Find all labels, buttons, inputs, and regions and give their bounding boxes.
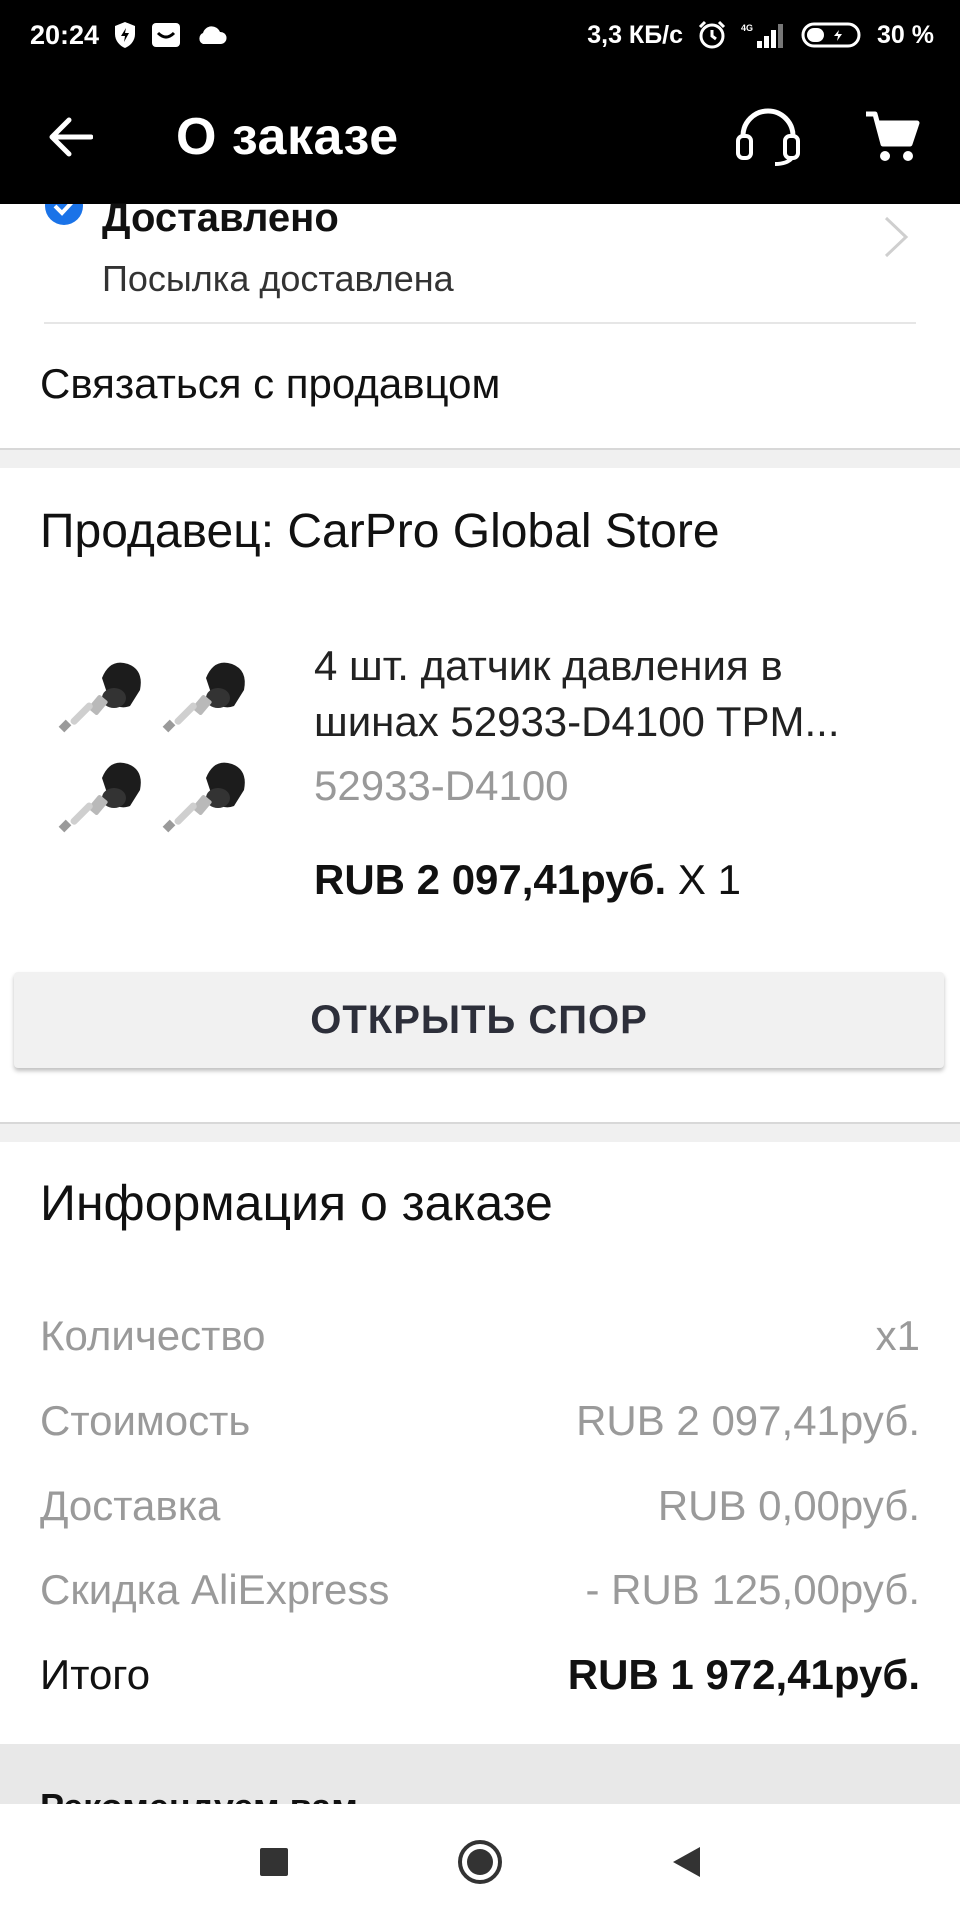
alarm-icon — [697, 20, 727, 50]
contact-seller-link[interactable]: Связаться с продавцом — [40, 360, 500, 408]
home-button[interactable] — [440, 1822, 520, 1902]
info-value: - RUB 125,00руб. — [585, 1566, 920, 1613]
cloud-icon — [195, 24, 227, 46]
cart-icon — [866, 111, 920, 161]
info-row-quantity: Количество x1 — [40, 1312, 920, 1360]
delivery-status-subtitle: Посылка доставлена — [102, 258, 454, 299]
recommend-title: Рекомендуем вам — [40, 1786, 358, 1804]
mail-icon — [151, 21, 181, 49]
section-separator — [0, 448, 960, 468]
page-title: О заказе — [176, 108, 399, 166]
product-image[interactable] — [52, 648, 272, 868]
info-label: Стоимость — [40, 1397, 251, 1444]
delivery-status-title[interactable]: Доставлено — [102, 196, 339, 241]
order-info-title: Информация о заказе — [40, 1175, 553, 1231]
battery-icon — [801, 21, 863, 49]
section-separator — [0, 1122, 960, 1142]
info-value: RUB 1 972,41руб. — [567, 1651, 920, 1698]
info-value: x1 — [875, 1312, 920, 1359]
battery-percent: 30 % — [877, 20, 934, 49]
info-label: Итого — [40, 1651, 151, 1698]
info-value: RUB 2 097,41руб. — [576, 1397, 920, 1444]
info-row-total: Итого RUB 1 972,41руб. — [40, 1651, 920, 1699]
cart-button[interactable] — [852, 97, 932, 177]
shield-icon — [113, 21, 137, 49]
recents-button[interactable] — [234, 1822, 314, 1902]
back-nav-button[interactable] — [646, 1822, 726, 1902]
status-time: 20:24 — [30, 19, 100, 50]
network-speed: 3,3 КБ/с — [587, 20, 684, 49]
divider — [44, 322, 916, 324]
open-dispute-button[interactable]: ОТКРЫТЬ СПОР — [14, 972, 944, 1068]
status-bar: 20:24 3,3 КБ/с 4G 30 % — [0, 0, 960, 70]
signal-icon: 4G — [741, 21, 787, 49]
info-row-cost: Стоимость RUB 2 097,41руб. — [40, 1397, 920, 1445]
product-title[interactable]: 4 шт. датчик давления в шинах 52933-D410… — [314, 638, 914, 750]
back-arrow-icon — [49, 117, 93, 157]
info-row-shipping: Доставка RUB 0,00руб. — [40, 1482, 920, 1530]
back-button[interactable] — [30, 97, 110, 177]
product-quantity: X 1 — [677, 856, 741, 903]
product-price-line: RUB 2 097,41руб. X 1 — [314, 856, 741, 904]
recommend-section: Рекомендуем вам — [0, 1744, 960, 1804]
support-button[interactable] — [728, 97, 808, 177]
product-sku: 52933-D4100 — [314, 762, 569, 809]
system-nav-bar — [0, 1804, 960, 1920]
circle-icon — [458, 1840, 502, 1884]
info-label: Скидка AliExpress — [40, 1566, 390, 1613]
info-row-discount: Скидка AliExpress - RUB 125,00руб. — [40, 1566, 920, 1614]
app-bar: О заказе — [0, 70, 960, 204]
triangle-back-icon — [673, 1847, 700, 1877]
info-value: RUB 0,00руб. — [657, 1482, 920, 1529]
support-headset-icon — [736, 108, 800, 166]
seller-name[interactable]: Продавец: CarPro Global Store — [40, 504, 720, 559]
product-price: RUB 2 097,41руб. — [314, 856, 667, 903]
square-icon — [260, 1848, 288, 1876]
chevron-right-icon[interactable] — [878, 212, 914, 262]
info-label: Количество — [40, 1312, 266, 1359]
svg-text:4G: 4G — [741, 23, 753, 33]
check-icon — [44, 204, 84, 226]
info-label: Доставка — [40, 1482, 221, 1529]
